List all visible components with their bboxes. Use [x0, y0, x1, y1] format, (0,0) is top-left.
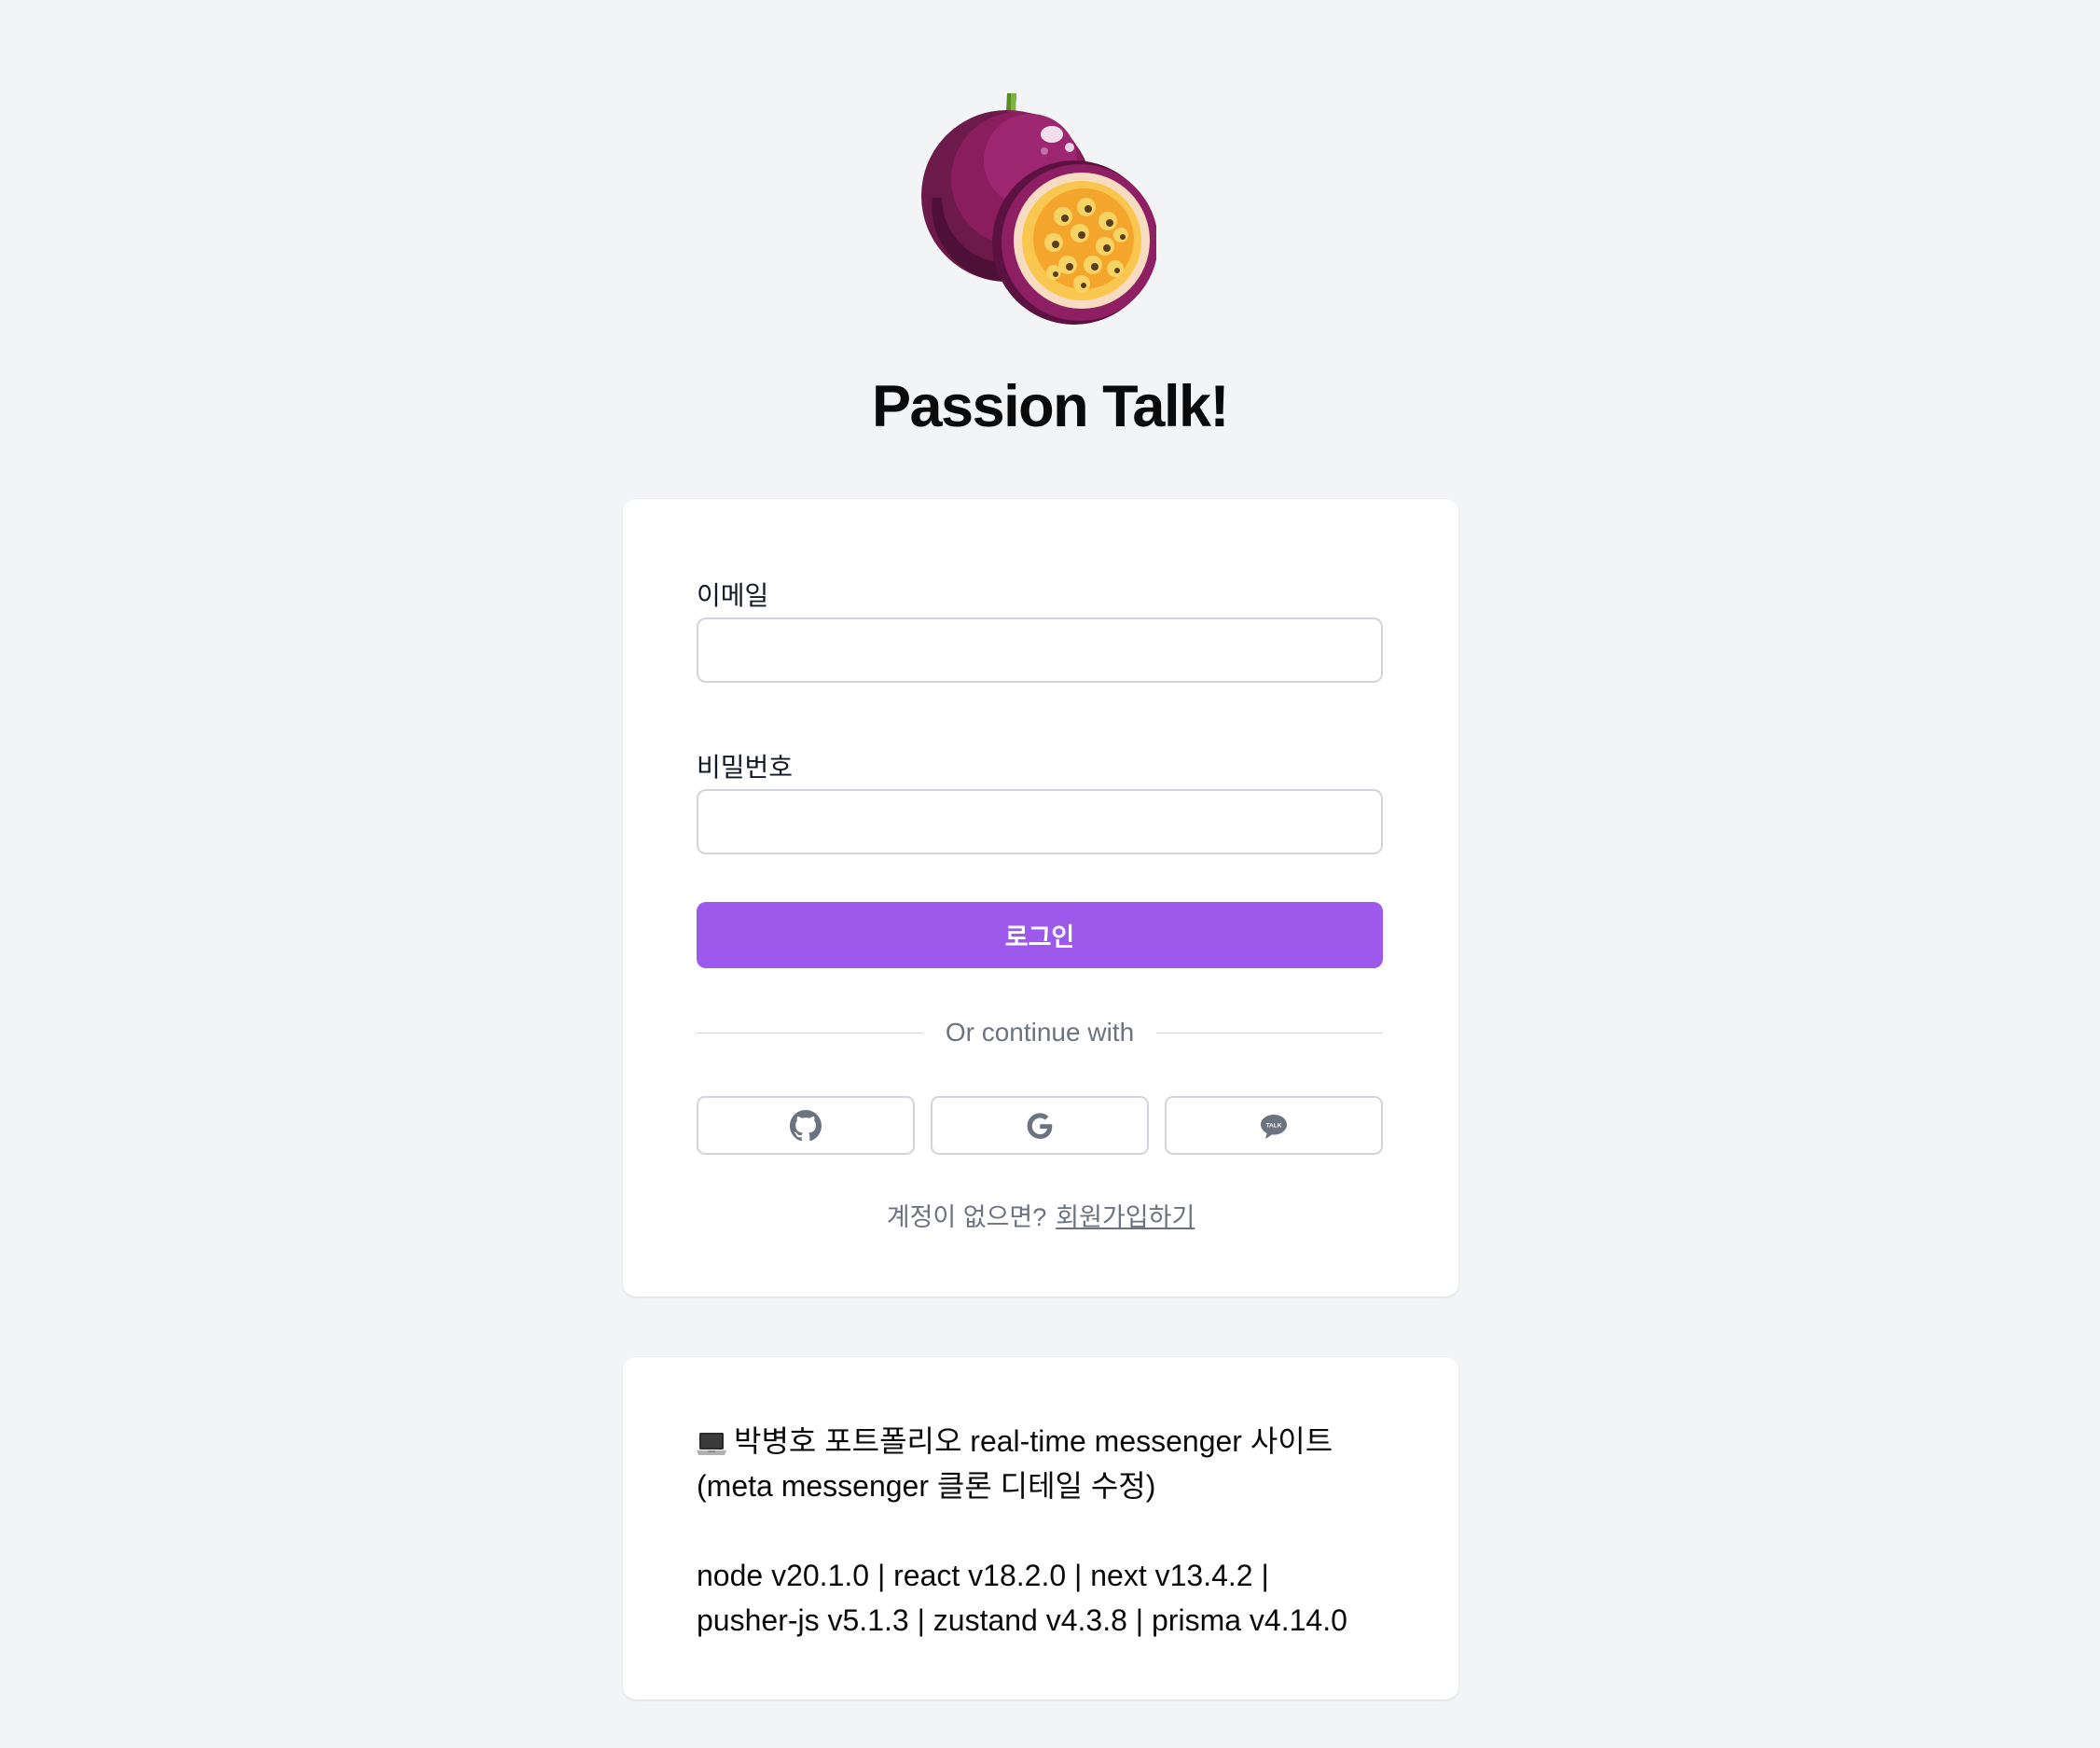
kakao-login-button[interactable]: TALK	[1165, 1096, 1383, 1155]
signup-row: 계정이 없으면? 회원가입하기	[623, 1200, 1458, 1234]
info-line-2: (meta messenger 클론 디테일 수정)	[697, 1469, 1156, 1503]
login-card: 이메일 비밀번호 로그인 Or continue with TALK 계정이 없…	[623, 499, 1458, 1297]
info-line-1: 박병호 포트폴리오 real-time messenger 사이트	[734, 1424, 1333, 1458]
login-button[interactable]: 로그인	[697, 902, 1383, 968]
kakao-talk-icon: TALK	[1261, 1114, 1287, 1139]
info-title-line: 박병호 포트폴리오 real-time messenger 사이트	[697, 1419, 1405, 1464]
email-input[interactable]	[697, 617, 1383, 683]
divider: Or continue with	[697, 1016, 1383, 1049]
signup-link[interactable]: 회원가입하기	[1056, 1203, 1195, 1231]
svg-text:TALK: TALK	[1266, 1122, 1282, 1129]
info-line-3: node v20.1.0 | react v18.2.0 | next v13.…	[697, 1559, 1269, 1592]
email-label: 이메일	[697, 581, 769, 610]
password-label: 비밀번호	[697, 753, 794, 782]
laptop-icon	[697, 1432, 726, 1455]
github-icon	[790, 1109, 822, 1141]
password-input[interactable]	[697, 789, 1383, 854]
app-title: Passion Talk!	[872, 374, 1229, 439]
divider-text: Or continue with	[932, 1018, 1148, 1047]
info-card: 박병호 포트폴리오 real-time messenger 사이트 (meta …	[623, 1357, 1458, 1699]
info-line-4: pusher-js v5.1.3 | zustand v4.3.8 | pris…	[697, 1603, 1347, 1637]
github-login-button[interactable]	[697, 1096, 915, 1155]
signup-prompt: 계정이 없으면?	[886, 1203, 1047, 1231]
google-icon	[1027, 1112, 1053, 1139]
passion-fruit-logo	[921, 93, 1156, 325]
google-login-button[interactable]	[931, 1096, 1149, 1155]
